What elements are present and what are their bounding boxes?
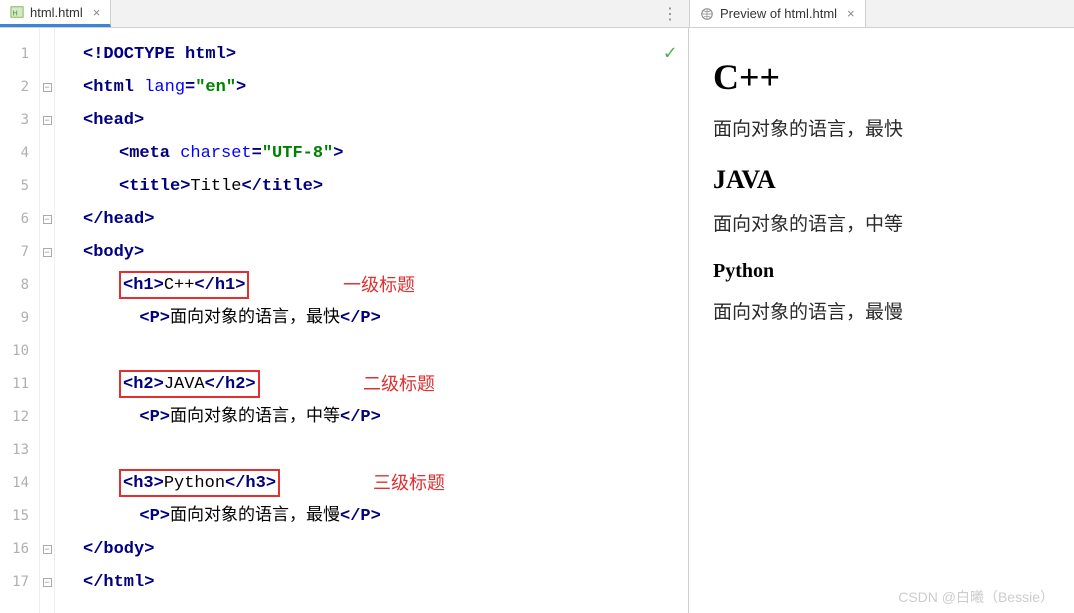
highlight-box: <h3>Python</h3> [119, 469, 280, 497]
highlight-box: <h1>C++</h1> [119, 271, 249, 299]
code-area[interactable]: ✓ <!DOCTYPE html> <html lang="en"> <head… [55, 28, 688, 613]
code-line: <P>面向对象的语言，最慢</P> [83, 500, 688, 533]
svg-text:H: H [13, 11, 18, 18]
code-line: </head> [83, 203, 688, 236]
preview-paragraph: 面向对象的语言，最快 [713, 114, 1050, 141]
line-number: 14 [0, 467, 39, 500]
code-line: <P>面向对象的语言，中等</P> [83, 401, 688, 434]
line-number: 1 [0, 38, 39, 71]
code-line [83, 335, 688, 368]
tab-label: html.html [30, 5, 83, 20]
code-line [83, 434, 688, 467]
editor-pane[interactable]: 1 2 3 4 5 6 7 8 9 10 11 12 13 14 15 16 1… [0, 28, 689, 613]
code-line: <meta charset="UTF-8"> [83, 137, 688, 170]
line-number: 8 [0, 269, 39, 302]
line-number: 10 [0, 335, 39, 368]
globe-icon [700, 7, 714, 21]
fold-icon[interactable]: − [43, 116, 52, 125]
tab-label: Preview of html.html [720, 6, 837, 21]
fold-icon[interactable]: − [43, 248, 52, 257]
code-line: <h2>JAVA</h2> 二级标题 [83, 368, 688, 401]
preview-pane: C++ 面向对象的语言，最快 JAVA 面向对象的语言，中等 Python 面向… [689, 28, 1074, 613]
code-line: </body> [83, 533, 688, 566]
fold-icon[interactable]: − [43, 578, 52, 587]
close-icon[interactable]: × [93, 5, 101, 20]
fold-icon[interactable]: − [43, 545, 52, 554]
kebab-icon[interactable]: ⋮ [652, 0, 689, 27]
preview-h2: JAVA [713, 165, 1050, 195]
line-number: 13 [0, 434, 39, 467]
code-line: <h1>C++</h1> 一级标题 [83, 269, 688, 302]
annotation-label: 三级标题 [373, 467, 445, 500]
code-line: <P>面向对象的语言，最快</P> [83, 302, 688, 335]
tabs-right: Preview of html.html × [689, 0, 1074, 27]
code-line: <!DOCTYPE html> [83, 38, 688, 71]
preview-h3: Python [713, 260, 1050, 283]
line-number: 17 [0, 566, 39, 599]
code-line: <head> [83, 104, 688, 137]
fold-icon[interactable]: − [43, 83, 52, 92]
code-line: <title>Title</title> [83, 170, 688, 203]
preview-h1: C++ [713, 56, 1050, 98]
gutter: 1 2 3 4 5 6 7 8 9 10 11 12 13 14 15 16 1… [0, 28, 40, 613]
html-file-icon: H [10, 5, 24, 19]
code-line: </html> [83, 566, 688, 599]
close-icon[interactable]: × [847, 6, 855, 21]
line-number: 9 [0, 302, 39, 335]
tabs-row: H html.html × ⋮ Preview of html.html × [0, 0, 1074, 28]
line-number: 12 [0, 401, 39, 434]
line-number: 7 [0, 236, 39, 269]
fold-gutter: − − − − − − [40, 28, 54, 613]
line-number: 5 [0, 170, 39, 203]
preview-paragraph: 面向对象的语言，最慢 [713, 297, 1050, 324]
fold-icon[interactable]: − [43, 215, 52, 224]
line-number: 3 [0, 104, 39, 137]
annotation-label: 一级标题 [343, 269, 415, 302]
code-line: <h3>Python</h3> 三级标题 [83, 467, 688, 500]
main-row: 1 2 3 4 5 6 7 8 9 10 11 12 13 14 15 16 1… [0, 28, 1074, 613]
line-number: 15 [0, 500, 39, 533]
highlight-box: <h2>JAVA</h2> [119, 370, 260, 398]
tab-html-file[interactable]: H html.html × [0, 0, 111, 27]
line-number: 11 [0, 368, 39, 401]
annotation-label: 二级标题 [363, 368, 435, 401]
line-number: 4 [0, 137, 39, 170]
line-number: 2 [0, 71, 39, 104]
code-line: <body> [83, 236, 688, 269]
tabs-left: H html.html × ⋮ [0, 0, 689, 27]
code-line: <html lang="en"> [83, 71, 688, 104]
watermark: CSDN @白曦（Bessie） [898, 587, 1054, 607]
preview-paragraph: 面向对象的语言，中等 [713, 209, 1050, 236]
tab-preview[interactable]: Preview of html.html × [690, 0, 866, 27]
line-number: 6 [0, 203, 39, 236]
line-number: 16 [0, 533, 39, 566]
